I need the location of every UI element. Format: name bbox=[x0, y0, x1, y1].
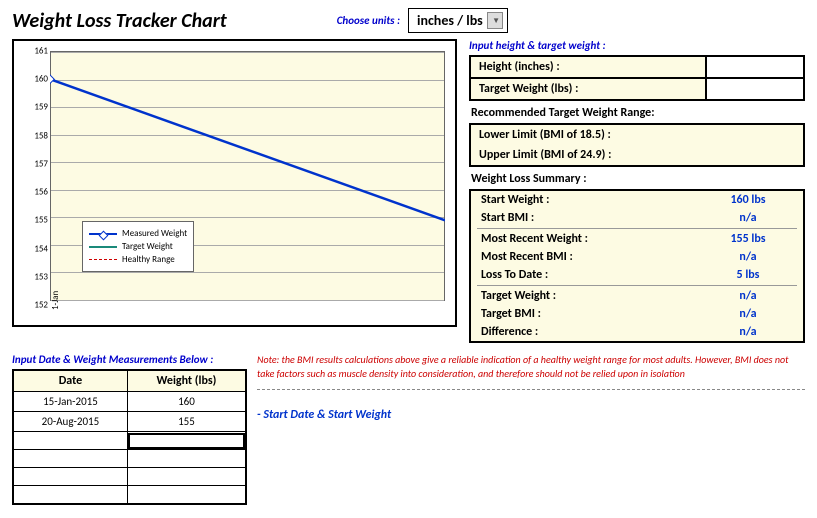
y-tick: 157 bbox=[24, 158, 48, 169]
summary-row: Target Weight :n/a bbox=[471, 287, 803, 305]
date-cell[interactable] bbox=[13, 450, 127, 468]
summary-label: Start BMI : bbox=[481, 211, 703, 225]
y-tick: 160 bbox=[24, 74, 48, 85]
y-tick: 154 bbox=[24, 243, 48, 254]
start-note: - Start Date & Start Weight bbox=[257, 408, 805, 422]
summary-row: Loss To Date :5 lbs bbox=[471, 266, 803, 284]
summary-row: Start Weight :160 lbs bbox=[471, 191, 803, 209]
weight-cell[interactable] bbox=[127, 432, 246, 450]
summary-value: n/a bbox=[703, 325, 793, 339]
range-panel: Lower Limit (BMI of 18.5) : Upper Limit … bbox=[469, 123, 805, 167]
summary-value: n/a bbox=[703, 211, 793, 225]
summary-row: Difference :n/a bbox=[471, 323, 803, 341]
summary-label: Most Recent BMI : bbox=[481, 250, 703, 264]
summary-value: n/a bbox=[703, 289, 793, 303]
summary-value: 160 lbs bbox=[703, 193, 793, 207]
input-panel-header: Input height & target weight : bbox=[469, 39, 805, 52]
legend-measured: Measured Weight bbox=[122, 228, 187, 239]
summary-label: Loss To Date : bbox=[481, 268, 703, 282]
date-cell[interactable]: 20-Aug-2015 bbox=[13, 412, 127, 432]
height-label: Height (inches) : bbox=[471, 57, 705, 77]
chart-legend: Measured Weight Target Weight Healthy Rang… bbox=[82, 221, 194, 272]
bmi-note: Note: the BMI results calculations above… bbox=[257, 353, 805, 381]
summary-panel: Start Weight :160 lbsStart BMI :n/aMost … bbox=[469, 189, 805, 343]
legend-target: Target Weight bbox=[122, 241, 173, 252]
y-tick: 156 bbox=[24, 187, 48, 198]
y-tick: 161 bbox=[24, 46, 48, 57]
summary-value: n/a bbox=[703, 250, 793, 264]
entry-header: Input Date & Weight Measurements Below : bbox=[12, 353, 247, 366]
weight-chart: 152 153 154 155 156 157 158 159 160 161 1-Jan Measu… bbox=[12, 39, 457, 327]
entry-table: Date Weight (lbs) 15-Jan-201516020-Aug-2… bbox=[12, 369, 247, 505]
target-weight-input[interactable] bbox=[705, 79, 803, 99]
range-header: Recommended Target Weight Range: bbox=[469, 101, 805, 123]
date-cell[interactable] bbox=[13, 468, 127, 486]
summary-row: Target BMI :n/a bbox=[471, 305, 803, 323]
summary-label: Most Recent Weight : bbox=[481, 232, 703, 246]
units-dropdown[interactable]: inches / lbs bbox=[408, 8, 508, 33]
weight-cell[interactable]: 155 bbox=[127, 412, 246, 432]
upper-limit-label: Upper Limit (BMI of 24.9) : bbox=[471, 145, 803, 165]
measured-weight-line bbox=[50, 41, 445, 325]
summary-value: 155 lbs bbox=[703, 232, 793, 246]
page-title: Weight Loss Tracker Chart bbox=[12, 9, 227, 33]
lower-limit-label: Lower Limit (BMI of 18.5) : bbox=[471, 125, 803, 145]
summary-value: n/a bbox=[703, 307, 793, 321]
units-label: Choose units : bbox=[337, 14, 400, 27]
col-date: Date bbox=[13, 370, 127, 392]
summary-row: Most Recent BMI :n/a bbox=[471, 248, 803, 266]
weight-cell[interactable] bbox=[127, 468, 246, 486]
summary-row: Most Recent Weight :155 lbs bbox=[471, 230, 803, 248]
summary-value: 5 lbs bbox=[703, 268, 793, 282]
summary-row: Start BMI :n/a bbox=[471, 209, 803, 227]
input-panel: Height (inches) : Target Weight (lbs) : bbox=[469, 55, 805, 101]
weight-cell[interactable] bbox=[127, 486, 246, 504]
weight-cell[interactable]: 160 bbox=[127, 392, 246, 412]
y-tick: 159 bbox=[24, 102, 48, 113]
col-weight: Weight (lbs) bbox=[127, 370, 246, 392]
y-tick: 155 bbox=[24, 215, 48, 226]
summary-label: Target Weight : bbox=[481, 289, 703, 303]
y-tick: 158 bbox=[24, 130, 48, 141]
y-tick: 152 bbox=[24, 300, 48, 311]
date-cell[interactable] bbox=[13, 432, 127, 450]
legend-healthy: Healthy Range bbox=[122, 254, 175, 265]
summary-label: Difference : bbox=[481, 325, 703, 339]
date-cell[interactable] bbox=[13, 486, 127, 504]
x-tick: 1-Jan bbox=[50, 291, 61, 310]
date-cell[interactable]: 15-Jan-2015 bbox=[13, 392, 127, 412]
summary-label: Target BMI : bbox=[481, 307, 703, 321]
weight-cell[interactable] bbox=[127, 450, 246, 468]
height-input[interactable] bbox=[705, 57, 803, 77]
target-weight-label: Target Weight (lbs) : bbox=[471, 79, 705, 99]
divider bbox=[257, 389, 805, 390]
summary-header: Weight Loss Summary : bbox=[469, 167, 805, 189]
y-tick: 153 bbox=[24, 271, 48, 282]
summary-label: Start Weight : bbox=[481, 193, 703, 207]
